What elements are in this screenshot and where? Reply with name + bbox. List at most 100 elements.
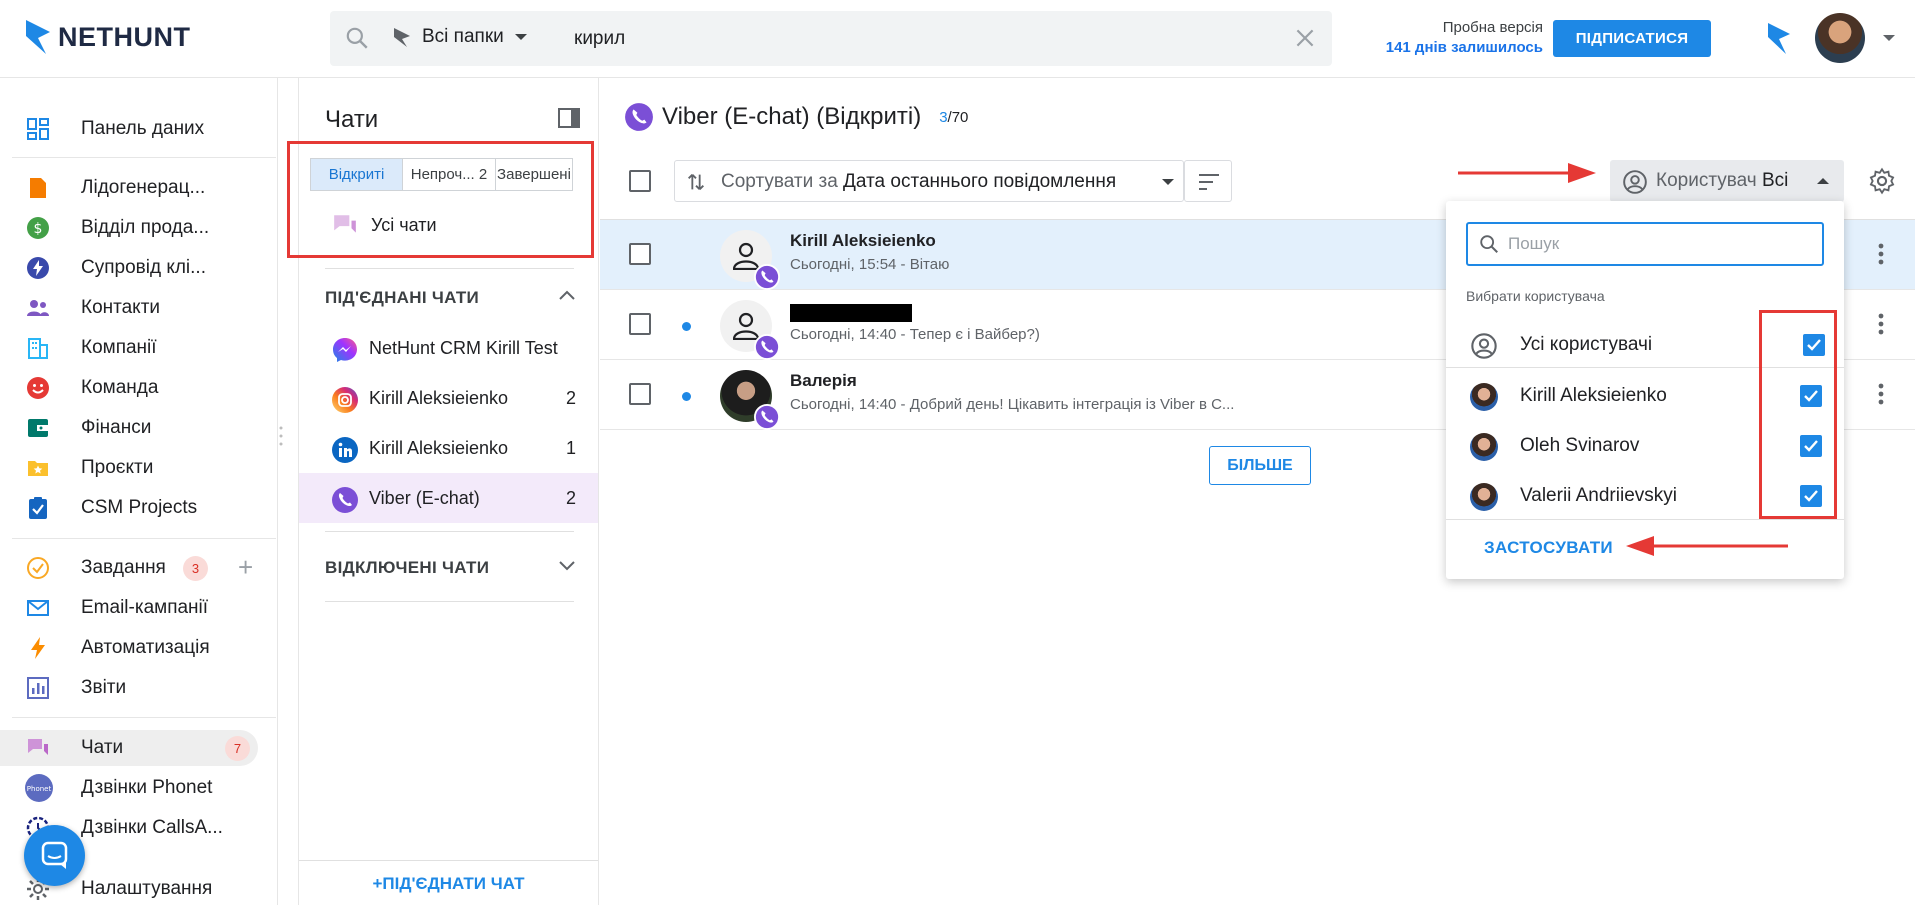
- nav-item-reports[interactable]: Звіти: [12, 670, 260, 706]
- nav-item-phonet-calls[interactable]: Phonet Дзвінки Phonet: [12, 770, 260, 806]
- apply-button[interactable]: ЗАСТОСУВАТИ: [1484, 538, 1613, 558]
- chevron-down-icon[interactable]: [1882, 34, 1896, 42]
- more-vert-icon[interactable]: [1878, 242, 1884, 266]
- gear-icon[interactable]: [1868, 167, 1896, 195]
- more-vert-icon[interactable]: [1878, 382, 1884, 406]
- nav-item-sales[interactable]: $ Відділ прода...: [12, 210, 260, 246]
- redacted-name: [790, 304, 912, 322]
- user-option-label: Усі користувачі: [1520, 334, 1653, 355]
- connected-chat-label: Kirill Aleksieienko: [369, 388, 509, 408]
- nav-item-email-campaigns[interactable]: Email-кампанії: [12, 590, 260, 626]
- chat-bubbles-icon: [28, 739, 48, 755]
- nav-item-csm-projects[interactable]: CSM Projects: [12, 490, 260, 526]
- connected-chats-header[interactable]: ПІД'ЄДНАНІ ЧАТИ: [325, 288, 479, 308]
- add-task-icon[interactable]: +: [238, 554, 253, 580]
- connected-chat-item[interactable]: NetHunt CRM Kirill Test: [299, 323, 598, 373]
- more-vert-icon[interactable]: [1878, 312, 1884, 336]
- left-navigation: Панель даних Лідогенерац... $ Відділ про…: [0, 78, 278, 905]
- support-chat-button[interactable]: [24, 825, 85, 886]
- connect-chat-button[interactable]: +ПІД'ЄДНАТИ ЧАТ: [299, 860, 598, 905]
- row-checkbox[interactable]: [629, 383, 651, 405]
- nav-item-dashboard[interactable]: Панель даних: [12, 111, 260, 147]
- nav-item-label: Контакти: [81, 297, 161, 318]
- nav-item-team[interactable]: Команда: [12, 370, 260, 406]
- load-more-button[interactable]: БІЛЬШЕ: [1209, 446, 1311, 485]
- lightning-icon: [31, 637, 45, 659]
- folder-selector[interactable]: Всі папки: [392, 26, 528, 48]
- sort-direction-button[interactable]: [1184, 160, 1232, 202]
- global-search[interactable]: Всі папки кирил: [330, 11, 1332, 66]
- nethunt-logo[interactable]: NETHUNT: [24, 18, 191, 56]
- nethunt-logo-icon: [26, 20, 50, 54]
- user-filter-value: Всі: [1761, 170, 1789, 191]
- row-checkbox[interactable]: [629, 243, 651, 265]
- connected-chat-item[interactable]: Kirill Aleksieienko 1: [299, 423, 598, 473]
- connected-chat-label: Viber (E-chat): [369, 488, 480, 508]
- folder-selector-label: Всі папки: [422, 26, 504, 47]
- contact-name: Kirill Aleksieienko: [790, 231, 936, 250]
- connected-chat-label: Kirill Aleksieienko: [369, 438, 509, 458]
- chat-list-header: Viber (E-chat) (Відкриті) 3/70: [624, 102, 968, 132]
- svg-text:$: $: [34, 221, 43, 237]
- user-search-input[interactable]: [1508, 234, 1808, 254]
- user-option-label: Valerii Andriievskyi: [1520, 485, 1677, 506]
- disconnected-chats-header[interactable]: ВІДКЛЮЧЕНІ ЧАТИ: [325, 558, 489, 578]
- viber-badge-icon: [754, 334, 780, 360]
- nav-item-companies[interactable]: Компанії: [12, 330, 260, 366]
- wallet-icon: [28, 419, 48, 437]
- nav-item-customer-support[interactable]: Супровід клі...: [12, 250, 260, 286]
- user-filter-button[interactable]: Користувач Всі: [1610, 160, 1844, 202]
- chevron-down-icon[interactable]: [559, 561, 575, 571]
- avatar: [720, 370, 780, 430]
- sort-arrows-icon: [688, 174, 704, 190]
- chevron-up-icon: [1817, 178, 1829, 184]
- sort-selector[interactable]: Сортувати за Дата останнього повідомленн…: [674, 160, 1184, 202]
- dropdown-divider: [1446, 519, 1844, 520]
- trial-days-left[interactable]: 141 днів залишилось: [1386, 38, 1543, 58]
- people-icon: [27, 300, 49, 316]
- nav-item-finance[interactable]: Фінанси: [12, 410, 260, 446]
- nav-item-label: Завдання: [81, 557, 166, 578]
- nav-item-label: Налаштування: [81, 878, 213, 899]
- select-all-checkbox[interactable]: [629, 170, 651, 192]
- nav-item-label: Фінанси: [81, 417, 152, 438]
- search-icon: [1480, 235, 1498, 253]
- message-preview: Сьогодні, 14:40 - Тепер є і Вайбер?): [790, 326, 1040, 343]
- nav-item-label: Звіти: [81, 677, 127, 698]
- nethunt-app-icon[interactable]: [1766, 20, 1792, 56]
- connected-chat-count: 2: [565, 388, 576, 408]
- resize-handle[interactable]: [279, 424, 283, 448]
- nav-item-tasks[interactable]: Завдання 3 +: [12, 550, 260, 586]
- select-user-label: Вибрати користувача: [1466, 288, 1605, 304]
- user-option-label: Kirill Aleksieienko: [1520, 385, 1667, 406]
- user-circle-icon: [1623, 170, 1647, 194]
- user-avatar[interactable]: [1815, 13, 1865, 63]
- avatar: [720, 230, 780, 290]
- search-query[interactable]: кирил: [574, 28, 625, 50]
- connected-chat-item[interactable]: Viber (E-chat) 2: [299, 473, 598, 523]
- nav-item-lead-generation[interactable]: Лідогенерац...: [12, 170, 260, 206]
- divider: [325, 601, 574, 602]
- sort-prefix: Сортувати за: [721, 171, 838, 192]
- nav-item-automation[interactable]: Автоматизація: [12, 630, 260, 666]
- building-icon: [28, 338, 48, 359]
- document-icon: [30, 178, 46, 198]
- sort-value: Дата останнього повідомлення: [843, 171, 1117, 192]
- subscribe-button[interactable]: ПІДПИСАТИСЯ: [1553, 20, 1711, 57]
- close-icon[interactable]: [1292, 25, 1318, 51]
- annotation-highlight-box: [287, 141, 594, 258]
- divider: [325, 531, 574, 532]
- messenger-icon: [333, 338, 357, 362]
- nav-item-projects[interactable]: Проєкти: [12, 450, 260, 486]
- chats-panel-title: Чати: [325, 106, 379, 133]
- viber-icon: [332, 487, 358, 513]
- nav-item-chats[interactable]: Чати 7: [0, 730, 258, 766]
- viber-badge-icon: [754, 404, 780, 430]
- panel-toggle-icon[interactable]: [557, 106, 581, 130]
- nav-item-contacts[interactable]: Контакти: [12, 290, 260, 326]
- row-checkbox[interactable]: [629, 313, 651, 335]
- user-search-field[interactable]: [1466, 222, 1824, 266]
- chevron-up-icon[interactable]: [559, 290, 575, 300]
- connected-chat-item[interactable]: Kirill Aleksieienko 2: [299, 373, 598, 423]
- nav-item-label: Дзвінки Phonet: [81, 777, 213, 798]
